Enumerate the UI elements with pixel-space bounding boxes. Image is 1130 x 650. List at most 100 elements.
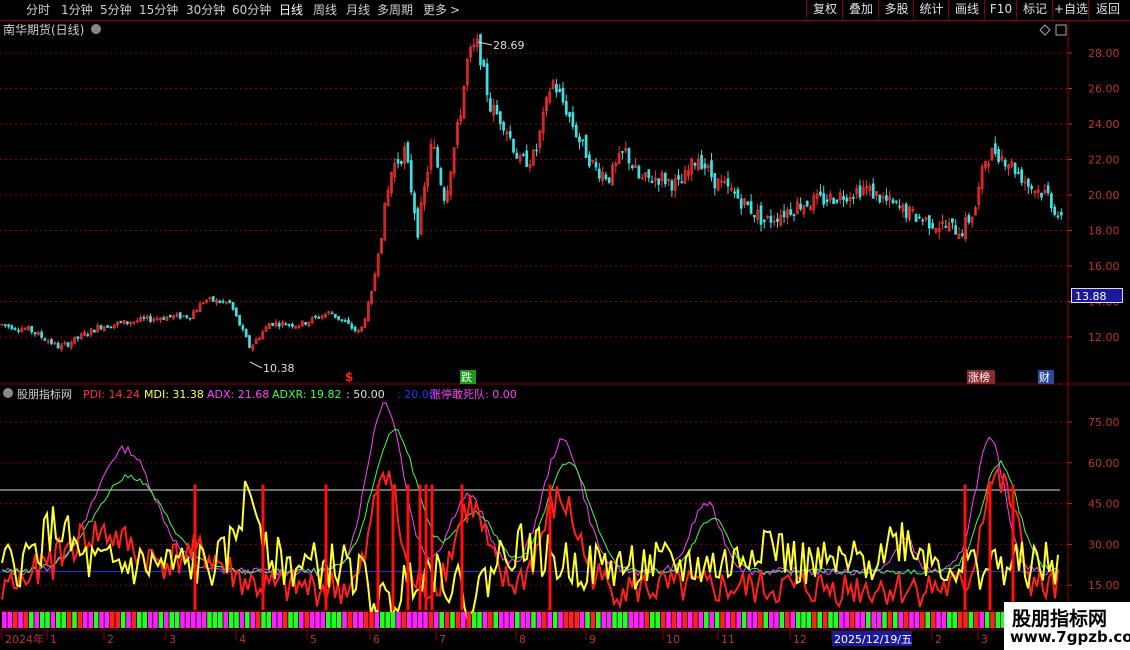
indicator-tick-label: 30.00: [1088, 538, 1120, 551]
candle-body: [515, 152, 519, 159]
limit-up-marker: 涨榜: [968, 370, 990, 384]
candle-body: [558, 88, 562, 92]
signal-strip-cell: [120, 612, 126, 628]
signal-strip-cell: [23, 612, 29, 628]
indicator-tick-label: 60.00: [1088, 457, 1120, 470]
candle-body: [1056, 215, 1060, 218]
candle-body: [7, 324, 10, 327]
candle-body: [710, 160, 713, 178]
signal-strip-cell: [504, 612, 509, 628]
chart-title: 南华期货(日线): [3, 22, 84, 37]
candle-body: [568, 112, 571, 117]
signal-strip-cell: [299, 612, 304, 628]
signal-strip-cell: [817, 612, 822, 628]
candle-body: [1053, 206, 1057, 215]
signal-strip-cell: [304, 612, 309, 628]
candle-body: [1046, 185, 1050, 194]
candle-body: [878, 194, 882, 203]
candle-body: [218, 300, 222, 304]
signal-strip-cell: [444, 612, 450, 628]
candle-body: [736, 189, 740, 199]
date-label: 5: [310, 633, 317, 646]
signal-strip-cell: [795, 612, 801, 628]
candle-body: [921, 219, 925, 222]
candle-body: [485, 63, 489, 96]
signal-strip-cell: [336, 612, 342, 628]
candle-body: [885, 195, 888, 201]
candle-body: [1040, 192, 1043, 198]
candle-body: [3, 324, 7, 326]
indicator-value-2: ADX: 21.68: [207, 388, 269, 401]
candle-body: [211, 296, 215, 302]
signal-strip-cell: [590, 612, 596, 628]
candle-body: [822, 193, 826, 205]
window-box-icon: [1055, 24, 1067, 36]
signal-strip-cell: [822, 612, 828, 628]
date-label: 3: [981, 633, 988, 646]
signal-strip-cell: [909, 612, 914, 628]
signal-strip-cell: [774, 612, 779, 628]
candle-body: [17, 330, 20, 332]
signal-strip-cell: [957, 612, 963, 628]
signal-strip-cell: [363, 612, 369, 628]
candle-body: [584, 134, 588, 159]
signal-strip-cell: [790, 612, 795, 628]
indicator-value-3: ADXR: 19.82: [272, 388, 342, 401]
signal-strip-cell: [401, 612, 407, 628]
signal-strip-cell: [785, 612, 790, 628]
candle-body: [340, 319, 344, 321]
candle-body: [508, 131, 512, 138]
signal-strip-cell: [434, 612, 439, 628]
signal-strip-cell: [266, 612, 272, 628]
candle-body: [1030, 186, 1033, 190]
signal-strip-cell: [725, 612, 731, 628]
candle-body: [99, 325, 103, 330]
signal-strip-cell: [671, 612, 677, 628]
candle-body: [894, 200, 898, 203]
candle-body: [1050, 193, 1053, 209]
candle-body: [898, 205, 901, 208]
candle-body: [852, 197, 855, 199]
price-tick-label: 28.00: [1088, 47, 1120, 60]
signal-strip-cell: [714, 612, 720, 628]
candle-body: [776, 218, 779, 222]
signal-strip-cell: [353, 612, 358, 628]
signal-strip-cell: [515, 612, 520, 628]
candle-body: [663, 173, 667, 185]
candle-body: [525, 150, 529, 167]
candle-body: [700, 154, 703, 169]
signal-strip-cell: [866, 612, 871, 628]
signal-strip-cell: [261, 612, 266, 628]
price-tick-label: 24.00: [1088, 118, 1120, 131]
candle-body: [142, 317, 146, 319]
signal-strip-cell: [142, 612, 147, 628]
watermark-title: 股朋指标网: [1012, 608, 1108, 630]
candle-body: [149, 316, 152, 322]
signal-strip-cell: [995, 612, 1001, 628]
candle-body: [330, 312, 334, 315]
candle-body: [749, 201, 753, 214]
signal-strip-cell: [601, 612, 606, 628]
signal-strip-cell: [839, 612, 844, 628]
candle-body: [406, 142, 410, 163]
signal-strip-cell: [56, 612, 61, 628]
candle-body: [33, 332, 37, 335]
signal-strip-cell: [833, 612, 839, 628]
price-tick-label: 22.00: [1088, 154, 1120, 167]
signal-strip-cell: [606, 612, 612, 628]
candle-body: [439, 168, 443, 185]
signal-strip-cell: [385, 612, 390, 628]
candle-body: [561, 87, 565, 103]
candle-body: [647, 169, 651, 178]
candle-body: [630, 165, 634, 169]
candle-body: [396, 159, 400, 164]
date-label: 7: [439, 633, 446, 646]
candle-body: [733, 191, 736, 194]
candle-body: [287, 324, 291, 326]
candle-body: [399, 161, 403, 164]
signal-strip-cell: [682, 612, 687, 628]
candle-body: [762, 219, 766, 222]
indicator-tick-label: 15.00: [1088, 579, 1120, 592]
signal-strip-cell: [471, 612, 477, 628]
signal-strip-cell: [137, 612, 142, 628]
